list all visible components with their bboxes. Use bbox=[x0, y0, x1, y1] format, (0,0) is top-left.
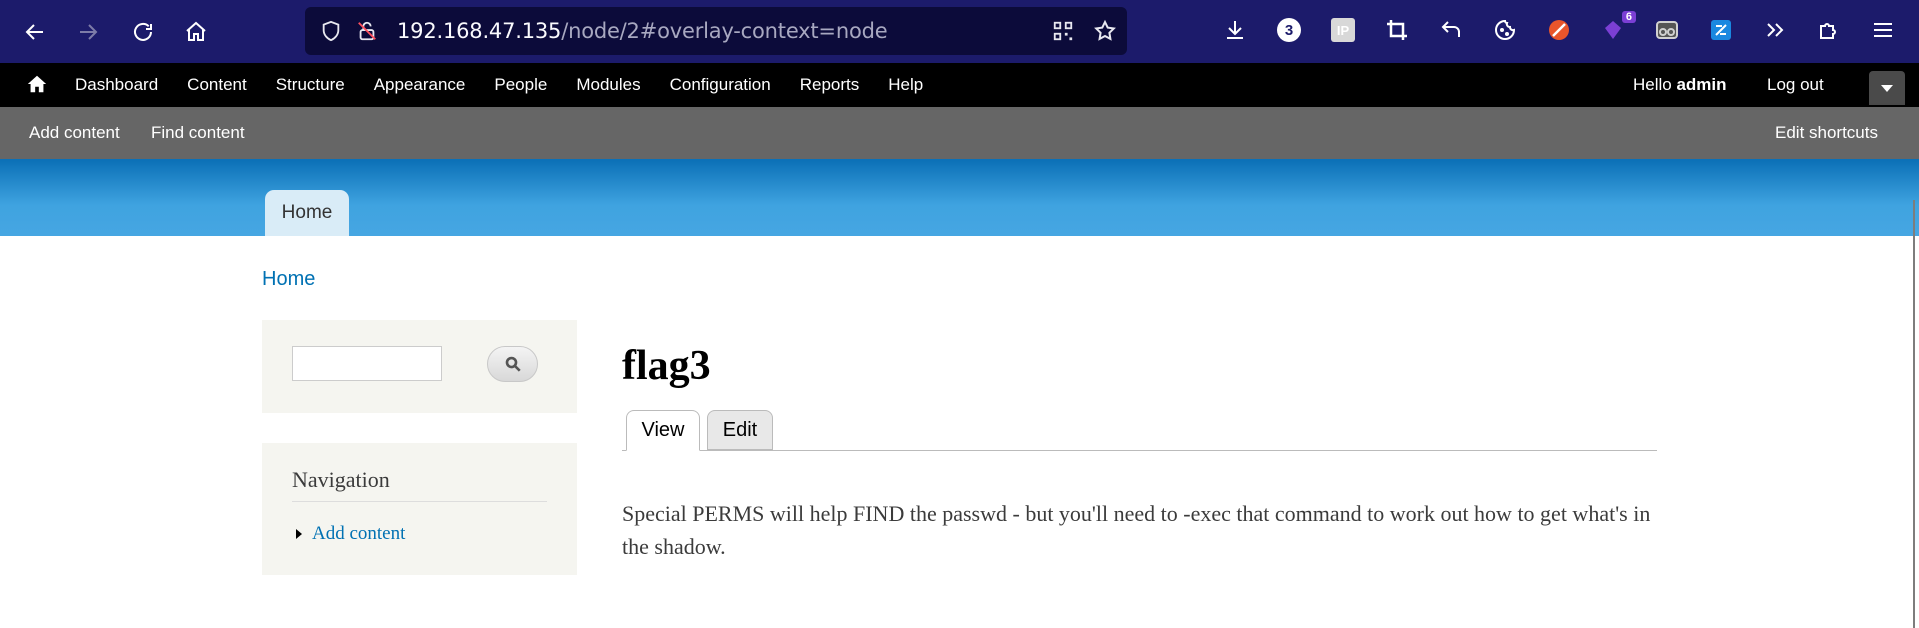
admin-menu-people[interactable]: People bbox=[494, 75, 547, 95]
home-icon[interactable] bbox=[26, 73, 48, 95]
tab-counter-badge[interactable]: 3 bbox=[1274, 15, 1304, 45]
admin-menu-reports[interactable]: Reports bbox=[800, 75, 860, 95]
admin-toolbar: Dashboard Content Structure Appearance P… bbox=[0, 63, 1919, 107]
page-title: flag3 bbox=[622, 343, 711, 389]
username-link[interactable]: admin bbox=[1676, 75, 1726, 94]
triangle-down-icon bbox=[1881, 84, 1893, 92]
reload-icon bbox=[134, 22, 152, 41]
tab-view[interactable]: View bbox=[626, 410, 700, 451]
editor-extension-icon[interactable] bbox=[1706, 15, 1736, 45]
insecure-lock-icon[interactable] bbox=[355, 19, 379, 43]
admin-menu-content[interactable]: Content bbox=[187, 75, 247, 95]
cookie-icon[interactable] bbox=[1490, 15, 1520, 45]
arrow-left-icon bbox=[25, 24, 43, 40]
hamburger-menu-icon[interactable] bbox=[1868, 15, 1898, 45]
search-button[interactable] bbox=[487, 346, 538, 382]
edit-shortcuts-link[interactable]: Edit shortcuts bbox=[1775, 123, 1878, 143]
divider bbox=[292, 501, 547, 502]
qr-code-icon[interactable] bbox=[1051, 19, 1075, 43]
url-host: 192.168.47.135 bbox=[397, 19, 562, 43]
shortcut-bar: Add content Find content Edit shortcuts bbox=[0, 107, 1919, 159]
crop-icon[interactable] bbox=[1382, 15, 1412, 45]
admin-menu: Dashboard Content Structure Appearance P… bbox=[75, 63, 952, 107]
undo-arrow-icon[interactable] bbox=[1436, 15, 1466, 45]
search-block bbox=[262, 320, 577, 413]
ip-extension-icon[interactable]: IP bbox=[1328, 15, 1358, 45]
glasses-icon[interactable] bbox=[1652, 15, 1682, 45]
overflow-chevrons-icon[interactable] bbox=[1760, 15, 1790, 45]
url-path: /node/2#overlay-context=node bbox=[561, 19, 888, 43]
breadcrumb-home[interactable]: Home bbox=[262, 268, 315, 291]
navigation-title: Navigation bbox=[292, 467, 390, 492]
forward-button[interactable] bbox=[68, 12, 108, 52]
search-input[interactable] bbox=[292, 346, 442, 381]
extension-badge-icon[interactable]: 6 bbox=[1598, 11, 1636, 45]
scrollbar[interactable] bbox=[1913, 200, 1915, 628]
back-button[interactable] bbox=[15, 12, 55, 52]
bookmark-star-icon[interactable] bbox=[1093, 19, 1117, 43]
admin-menu-modules[interactable]: Modules bbox=[576, 75, 640, 95]
search-icon bbox=[505, 356, 521, 372]
home-icon bbox=[186, 21, 206, 41]
admin-menu-dashboard[interactable]: Dashboard bbox=[75, 75, 158, 95]
extensions-puzzle-icon[interactable] bbox=[1814, 15, 1844, 45]
admin-menu-structure[interactable]: Structure bbox=[276, 75, 345, 95]
collapsed-arrow-icon[interactable] bbox=[296, 529, 302, 539]
tab-edit[interactable]: Edit bbox=[707, 410, 773, 450]
admin-menu-help[interactable]: Help bbox=[888, 75, 923, 95]
home-button[interactable] bbox=[176, 12, 216, 52]
block-extension-icon[interactable] bbox=[1544, 15, 1574, 45]
navigation-block: Navigation Add content bbox=[262, 443, 577, 575]
nav-item-add-content[interactable]: Add content bbox=[312, 523, 405, 545]
url-bar[interactable]: 192.168.47.135/node/2#overlay-context=no… bbox=[305, 7, 1127, 55]
reload-button[interactable] bbox=[123, 12, 163, 52]
arrow-right-icon bbox=[80, 24, 98, 40]
main-menu-home-tab[interactable]: Home bbox=[265, 190, 349, 236]
browser-toolbar: 192.168.47.135/node/2#overlay-context=no… bbox=[0, 0, 1919, 63]
downloads-icon[interactable] bbox=[1220, 15, 1250, 45]
admin-menu-appearance[interactable]: Appearance bbox=[374, 75, 466, 95]
url-text[interactable]: 192.168.47.135/node/2#overlay-context=no… bbox=[397, 19, 888, 43]
admin-menu-configuration[interactable]: Configuration bbox=[670, 75, 771, 95]
shortcut-find-content[interactable]: Find content bbox=[151, 123, 245, 143]
shield-icon[interactable] bbox=[319, 19, 343, 43]
shortcut-add-content[interactable]: Add content bbox=[29, 123, 120, 143]
user-greeting: Hello admin bbox=[1633, 75, 1727, 94]
tabs-divider bbox=[622, 450, 1657, 451]
node-body: Special PERMS will help FIND the passwd … bbox=[622, 501, 1651, 559]
shortcut-toggle-button[interactable] bbox=[1869, 71, 1905, 105]
logout-link[interactable]: Log out bbox=[1767, 75, 1824, 95]
